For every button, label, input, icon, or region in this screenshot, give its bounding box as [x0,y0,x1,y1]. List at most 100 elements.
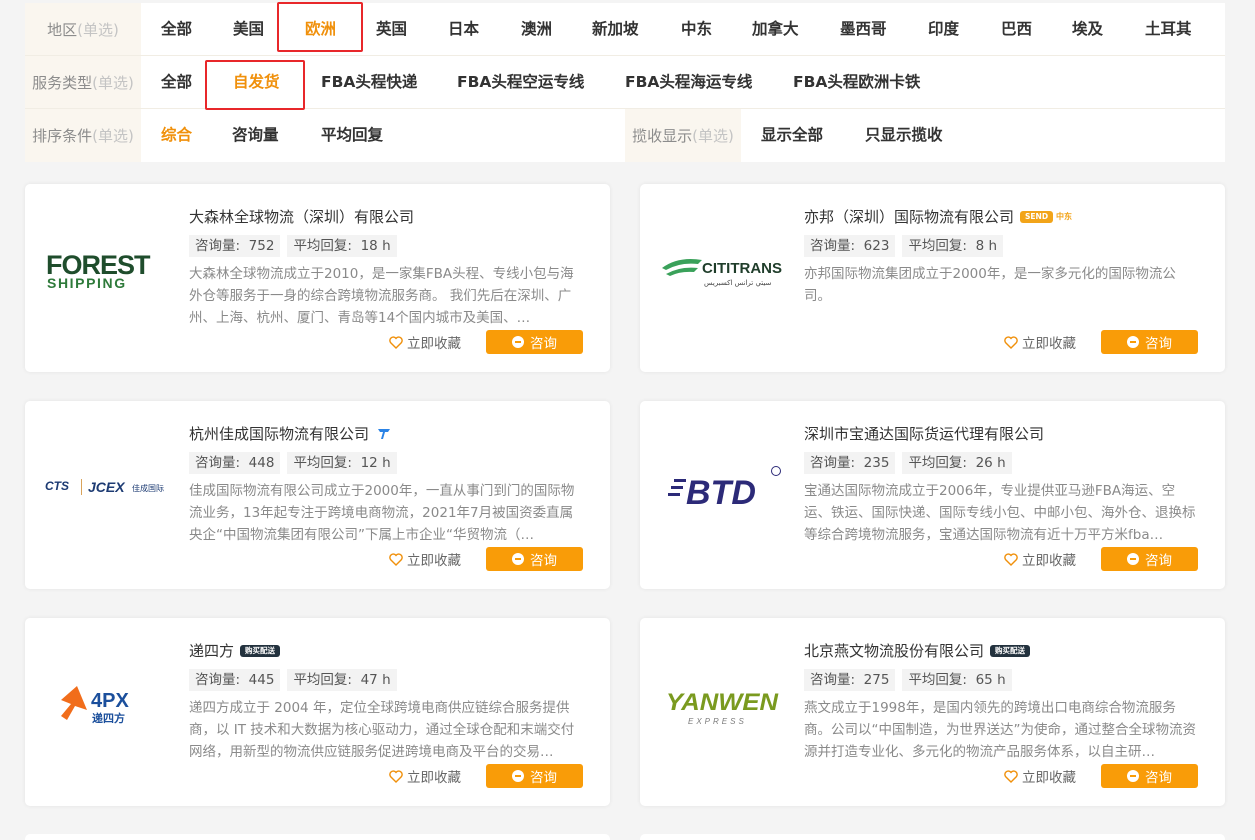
collect-options: 显示全部 只显示揽收 [741,109,1225,162]
company-stats: 咨询量: 623 平均回复: 8 h [804,235,1004,257]
inquiry-count: 咨询量: 752 [189,235,281,257]
company-stats: 咨询量: 235 平均回复: 26 h [804,452,1012,474]
region-option-usa[interactable]: 美国 [233,3,264,56]
svg-text:递四方: 递四方 [92,711,125,725]
region-option-australia[interactable]: 澳洲 [521,3,552,56]
company-description: 递四方成立于 2004 年，定位全球跨境电商供应链综合服务提供商，以 IT 技术… [189,700,575,760]
company-card[interactable]: CTS JCEX 佳成国际 杭州佳成国际物流有限公司 咨询量: 448 平均回复… [25,401,610,589]
region-option-japan[interactable]: 日本 [448,3,479,56]
sort-option-reply[interactable]: 平均回复 [321,109,383,162]
consult-button[interactable]: 咨询 [486,764,583,788]
company-name[interactable]: 深圳市宝通达国际货运代理有限公司 [804,423,1044,444]
consult-button[interactable]: 咨询 [1101,547,1198,571]
region-option-turkey[interactable]: 土耳其 [1145,3,1192,56]
delivery-badge: 购买配送 [990,644,1031,657]
heart-icon [389,552,403,566]
svg-text:佳成国际: 佳成国际 [132,483,164,493]
company-card[interactable]: FOREST SHIPPING 大森林全球物流（深圳）有限公司 咨询量: 752… [25,184,610,372]
region-option-uk[interactable]: 英国 [376,3,407,56]
company-name[interactable]: 递四方 购买配送 [189,640,281,661]
chat-icon [512,553,524,565]
average-reply: 平均回复: 12 h [287,452,397,474]
filter-label-region: 地区 (单选) [25,3,141,55]
company-name[interactable]: 北京燕文物流股份有限公司 购买配送 [804,640,1031,661]
heart-icon [389,335,403,349]
company-card[interactable]: CITITRANS سيتي ترانس اكسبريس 亦邦（深圳）国际物流有… [640,184,1225,372]
company-stats: 咨询量: 448 平均回复: 12 h [189,452,397,474]
sort-option-overall[interactable]: 综合 [161,109,192,162]
region-option-all[interactable]: 全部 [161,3,192,56]
filter-row-sort: 排序条件 (单选) 综合 咨询量 平均回复 揽收显示 (单选) 显示全部 只显示揽收 [25,109,1225,162]
region-option-mexico[interactable]: 墨西哥 [840,3,887,56]
collect-option-all[interactable]: 显示全部 [761,109,823,162]
company-card-partial[interactable] [25,834,610,840]
inquiry-count: 咨询量: 445 [189,669,281,691]
region-option-singapore[interactable]: 新加坡 [592,3,639,56]
svg-text:4PX: 4PX [91,690,129,712]
favorite-button[interactable]: 立即收藏 [389,766,461,786]
service-option-self-ship[interactable]: 自发货 [233,56,280,109]
favorite-button[interactable]: 立即收藏 [389,332,461,352]
company-description: 大森林全球物流成立于2010，是一家集FBA头程、专线小包与海外仓等服务于一身的… [189,266,574,326]
forest-shipping-logo: FOREST SHIPPING [46,250,152,291]
filter-panel: 地区 (单选) 全部 美国 欧洲 英国 日本 澳洲 新加坡 中东 加拿大 墨西哥 … [25,2,1225,162]
company-description: 亦邦国际物流集团成立于2000年，是一家多元化的国际物流公司。 [804,266,1176,304]
jcex-logo: CTS JCEX 佳成国际 [45,479,164,495]
company-name[interactable]: 杭州佳成国际物流有限公司 [189,423,391,444]
sort-options: 综合 咨询量 平均回复 [141,109,625,162]
svg-text:CTS: CTS [45,479,69,493]
region-badge: 中东 [1056,212,1073,221]
region-option-europe[interactable]: 欧洲 [305,3,336,56]
region-option-canada[interactable]: 加拿大 [752,3,799,56]
region-option-india[interactable]: 印度 [928,3,959,56]
average-reply: 平均回复: 26 h [902,452,1012,474]
svg-text:سيتي ترانس اكسبريس: سيتي ترانس اكسبريس [704,279,772,287]
company-card[interactable]: BTD 深圳市宝通达国际货运代理有限公司 咨询量: 235 平均回复: 26 h… [640,401,1225,589]
sort-option-inquiries[interactable]: 咨询量 [232,109,279,162]
heart-icon [1004,552,1018,566]
service-option-all[interactable]: 全部 [161,56,192,109]
consult-button[interactable]: 咨询 [1101,330,1198,354]
heart-icon [389,769,403,783]
inquiry-count: 咨询量: 623 [804,235,896,257]
favorite-button[interactable]: 立即收藏 [1004,332,1076,352]
send-badge: SEND [1020,210,1054,223]
filter-row-region: 地区 (单选) 全部 美国 欧洲 英国 日本 澳洲 新加坡 中东 加拿大 墨西哥 … [25,2,1225,56]
company-stats: 咨询量: 275 平均回复: 65 h [804,669,1012,691]
average-reply: 平均回复: 47 h [287,669,397,691]
4px-logo: 4PX 递四方 [61,686,129,725]
company-description: 宝通达国际物流成立于2006年，专业提供亚马逊FBA海运、空运、铁运、国际快递、… [804,483,1196,543]
consult-button[interactable]: 咨询 [486,330,583,354]
service-option-fba-sea[interactable]: FBA头程海运专线 [625,56,752,109]
collect-option-only[interactable]: 只显示揽收 [865,109,943,162]
consult-button[interactable]: 咨询 [486,547,583,571]
service-option-fba-express[interactable]: FBA头程快递 [321,56,417,109]
delivery-badge: 购买配送 [240,644,281,657]
cititrans-logo: CITITRANS سيتي ترانس اكسبريس [662,259,782,287]
service-option-fba-rail[interactable]: FBA头程欧洲卡铁 [793,56,920,109]
region-option-middle-east[interactable]: 中东 [681,3,712,56]
service-option-fba-air[interactable]: FBA头程空运专线 [457,56,584,109]
filter-row-service: 服务类型 (单选) 全部 自发货 FBA头程快递 FBA头程空运专线 FBA头程海… [25,56,1225,110]
favorite-button[interactable]: 立即收藏 [1004,549,1076,569]
company-name[interactable]: 大森林全球物流（深圳）有限公司 [189,206,414,227]
company-name[interactable]: 亦邦（深圳）国际物流有限公司 SEND 中东 [804,206,1072,227]
region-options: 全部 美国 欧洲 英国 日本 澳洲 新加坡 中东 加拿大 墨西哥 印度 巴西 埃… [141,2,1225,56]
average-reply: 平均回复: 65 h [902,669,1012,691]
company-card[interactable]: 4PX 递四方 递四方 购买配送 咨询量: 445 平均回复: 47 h 递四方成… [25,618,610,806]
region-option-egypt[interactable]: 埃及 [1072,3,1103,56]
yanwen-logo: YANWEN EXPRESS [666,689,779,726]
company-card-partial[interactable] [640,834,1225,840]
verified-icon [378,428,391,439]
company-card[interactable]: YANWEN EXPRESS 北京燕文物流股份有限公司 购买配送 咨询量: 275… [640,618,1225,806]
chat-icon [1127,336,1139,348]
favorite-button[interactable]: 立即收藏 [389,549,461,569]
inquiry-count: 咨询量: 235 [804,452,896,474]
inquiry-count: 咨询量: 448 [189,452,281,474]
region-option-brazil[interactable]: 巴西 [1001,3,1032,56]
filter-label-collect: 揽收显示 (单选) [625,109,741,162]
company-description: 燕文成立于1998年，是国内领先的跨境出口电商综合物流服务商。公司以“中国制造，… [804,700,1196,760]
inquiry-count: 咨询量: 275 [804,669,896,691]
favorite-button[interactable]: 立即收藏 [1004,766,1076,786]
consult-button[interactable]: 咨询 [1101,764,1198,788]
